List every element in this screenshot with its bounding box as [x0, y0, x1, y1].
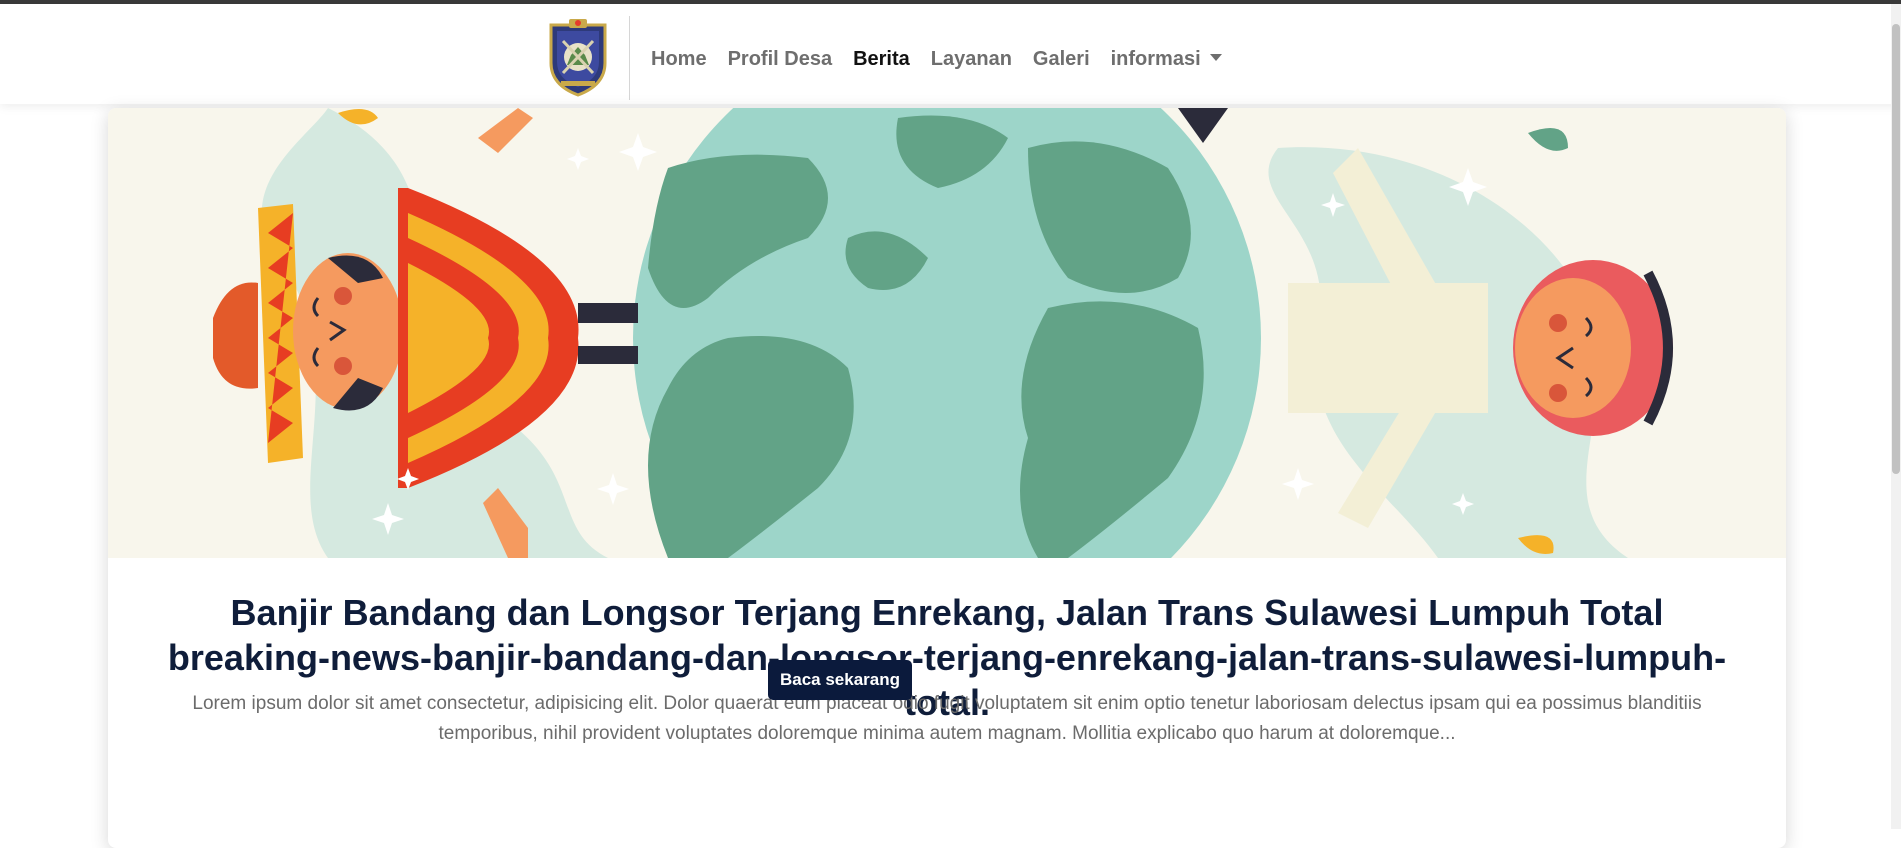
nav-informasi-dropdown[interactable]: informasi [1111, 48, 1222, 71]
village-emblem-logo[interactable] [545, 17, 611, 97]
hero-illustration [108, 108, 1786, 652]
nav-divider [629, 16, 630, 100]
article-excerpt: Lorem ipsum dolor sit amet consectetur, … [192, 693, 1702, 744]
news-card: Banjir Bandang dan Longsor Terjang Enrek… [108, 108, 1786, 848]
nav-layanan[interactable]: Layanan [931, 48, 1012, 71]
nav-home[interactable]: Home [651, 48, 707, 71]
nav-menu: Home Profil Desa Berita Layanan Galeri i… [651, 42, 1243, 76]
nav-berita[interactable]: Berita [853, 48, 910, 71]
nav-profil-desa[interactable]: Profil Desa [728, 48, 832, 71]
nav-informasi-label: informasi [1110, 47, 1201, 70]
scrollbar-thumb[interactable] [1892, 24, 1900, 474]
read-now-button[interactable]: Baca sekarang [768, 660, 912, 700]
navbar: Home Profil Desa Berita Layanan Galeri i… [0, 4, 1901, 104]
page-scrollbar[interactable] [1891, 4, 1901, 829]
nav-galeri[interactable]: Galeri [1033, 48, 1090, 71]
chevron-down-icon [1209, 53, 1222, 61]
